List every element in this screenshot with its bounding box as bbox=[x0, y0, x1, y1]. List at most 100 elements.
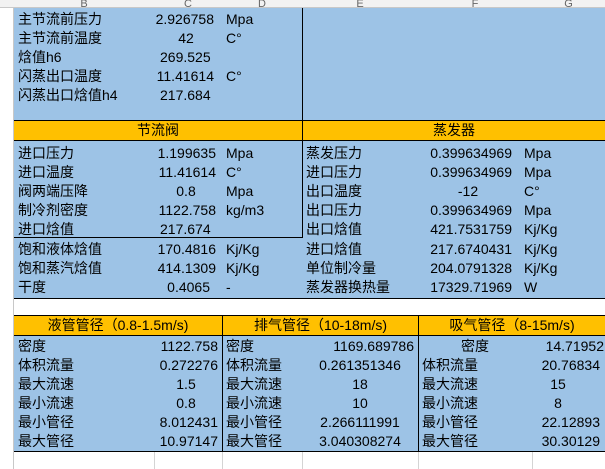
top-divider bbox=[302, 8, 303, 120]
evap-label-5: 出口焓值 bbox=[306, 221, 362, 237]
exhaust-value-5[interactable]: 2.266111991 bbox=[302, 413, 418, 432]
evap-unit-3: C° bbox=[524, 183, 540, 199]
gridline-v5 bbox=[532, 452, 533, 469]
exhaust-value-6[interactable]: 3.040308274 bbox=[302, 432, 418, 451]
liquid-value-5[interactable]: 8.012431 bbox=[140, 413, 218, 432]
throttle-value-4[interactable]: 1122.758 bbox=[140, 201, 216, 220]
liquid-label-6: 最大管径 bbox=[18, 433, 74, 449]
top-value-4[interactable]: 11.41614 bbox=[140, 67, 214, 86]
liquid-value-4[interactable]: 0.8 bbox=[160, 394, 212, 413]
liquid-value-1[interactable]: 1122.758 bbox=[140, 337, 218, 356]
exhaust-value-2[interactable]: 0.261351346 bbox=[302, 356, 418, 375]
evap-value-1[interactable]: 0.399634969 bbox=[410, 144, 512, 163]
suction-pipe-header: 吸气管径（8-15m/s) bbox=[418, 315, 605, 336]
exhaust-value-3[interactable]: 18 bbox=[302, 375, 418, 394]
throttle-unit-4: kg/m3 bbox=[226, 202, 265, 218]
evap-value-5[interactable]: 421.7531759 bbox=[410, 220, 512, 239]
evap-value-6[interactable]: 217.6740431 bbox=[410, 240, 512, 259]
exhaust-label-2: 体积流量 bbox=[226, 357, 282, 373]
liquid-value-3[interactable]: 1.5 bbox=[160, 375, 212, 394]
column-header-e[interactable]: E bbox=[302, 0, 418, 8]
saturated-liquid-unit: Kj/Kg bbox=[226, 241, 260, 257]
evap-unit-5: Kj/Kg bbox=[524, 221, 558, 237]
gridline-v2 bbox=[222, 452, 223, 469]
exhaust-label-5: 最小管径 bbox=[226, 414, 282, 430]
evap-label-8: 蒸发器换热量 bbox=[306, 279, 390, 295]
top-label-2: 主节流前温度 bbox=[18, 30, 102, 46]
quality-label: 干度 bbox=[18, 279, 46, 295]
suction-value-1[interactable]: 14.71952 bbox=[532, 337, 604, 356]
evap-unit-2: Mpa bbox=[524, 164, 552, 180]
suction-value-4[interactable]: 8 bbox=[532, 394, 584, 413]
throttle-value-1[interactable]: 1.199635 bbox=[140, 144, 216, 163]
evap-unit-4: Mpa bbox=[524, 202, 552, 218]
gridline-h-gap bbox=[14, 299, 605, 300]
throttle-label-5: 进口焓值 bbox=[18, 221, 74, 237]
exhaust-pipe-header: 排气管径（10-18m/s) bbox=[222, 315, 418, 336]
top-value-2[interactable]: 42 bbox=[160, 29, 212, 48]
throttle-header: 节流阀 bbox=[14, 120, 302, 141]
liquid-label-2: 体积流量 bbox=[18, 357, 74, 373]
evaporator-header: 蒸发器 bbox=[302, 120, 605, 141]
liquid-label-4: 最小流速 bbox=[18, 395, 74, 411]
quality-unit: - bbox=[226, 279, 231, 295]
column-header-b[interactable]: B bbox=[14, 0, 154, 8]
evap-unit-7: Kj/Kg bbox=[524, 260, 558, 276]
exhaust-label-1: 密度 bbox=[226, 338, 254, 354]
top-value-3[interactable]: 269.525 bbox=[160, 48, 211, 67]
top-unit-4: C° bbox=[226, 68, 242, 84]
column-header-c[interactable]: C bbox=[154, 0, 222, 8]
bottom-grid-strip bbox=[14, 451, 605, 469]
liquid-label-3: 最大流速 bbox=[18, 376, 74, 392]
gridline-v3 bbox=[302, 452, 303, 469]
top-label-1: 主节流前压力 bbox=[18, 11, 102, 27]
evap-label-7: 单位制冷量 bbox=[306, 260, 376, 276]
suction-value-2[interactable]: 20.76834 bbox=[520, 356, 600, 375]
evap-unit-1: Mpa bbox=[524, 145, 552, 161]
evap-value-4[interactable]: 0.399634969 bbox=[410, 201, 512, 220]
saturated-liquid-value[interactable]: 170.4816 bbox=[140, 240, 216, 259]
saturated-vapor-value[interactable]: 414.1309 bbox=[140, 259, 216, 278]
exhaust-label-3: 最大流速 bbox=[226, 376, 282, 392]
liquid-value-6[interactable]: 10.97147 bbox=[140, 432, 218, 451]
top-label-5: 闪蒸出口焓值h4 bbox=[18, 87, 118, 103]
throttle-label-2: 进口温度 bbox=[18, 164, 74, 180]
evap-label-6: 进口焓值 bbox=[306, 241, 362, 257]
saturated-vapor-label: 饱和蒸汽焓值 bbox=[18, 260, 102, 276]
column-header-g[interactable]: G bbox=[532, 0, 605, 8]
throttle-value-5[interactable]: 217.674 bbox=[160, 220, 211, 239]
gap-row-1 bbox=[14, 298, 605, 315]
quality-value[interactable]: 0.4065 bbox=[140, 278, 210, 297]
liquid-pipe-header: 液管管径（0.8-1.5m/s) bbox=[14, 315, 222, 336]
throttle-label-4: 制冷剂密度 bbox=[18, 202, 88, 218]
suction-label-4: 最小流速 bbox=[422, 395, 478, 411]
suction-value-3[interactable]: 15 bbox=[532, 375, 584, 394]
exhaust-value-4[interactable]: 10 bbox=[302, 394, 418, 413]
top-value-1[interactable]: 2.926758 bbox=[140, 10, 214, 29]
exhaust-value-1[interactable]: 1169.689786 bbox=[300, 337, 414, 356]
gridline-v4 bbox=[418, 452, 419, 469]
evap-label-2: 进口压力 bbox=[306, 164, 362, 180]
column-header-f[interactable]: F bbox=[418, 0, 532, 8]
row-header-strip bbox=[0, 8, 14, 469]
top-label-4: 闪蒸出口温度 bbox=[18, 68, 102, 84]
evap-unit-8: W bbox=[524, 279, 538, 295]
suction-label-2: 体积流量 bbox=[422, 357, 478, 373]
evap-value-7[interactable]: 204.0791328 bbox=[410, 259, 512, 278]
top-value-5[interactable]: 217.684 bbox=[160, 86, 211, 105]
liquid-label-5: 最小管径 bbox=[18, 414, 74, 430]
gridline-v1 bbox=[154, 452, 155, 469]
evap-value-8[interactable]: 17329.71969 bbox=[410, 278, 512, 297]
throttle-unit-1: Mpa bbox=[226, 145, 254, 161]
column-header-d[interactable]: D bbox=[222, 0, 302, 8]
saturated-liquid-label: 饱和液体焓值 bbox=[18, 241, 102, 257]
top-label-3: 焓值h6 bbox=[18, 49, 62, 65]
throttle-value-3[interactable]: 0.8 bbox=[160, 182, 212, 201]
suction-value-6[interactable]: 30.30129 bbox=[520, 432, 600, 451]
evap-value-3[interactable]: -12 bbox=[440, 182, 496, 201]
pipe-divider-1 bbox=[222, 335, 223, 451]
throttle-value-2[interactable]: 11.41614 bbox=[140, 163, 216, 182]
evap-value-2[interactable]: 0.399634969 bbox=[410, 163, 512, 182]
liquid-value-2[interactable]: 0.272276 bbox=[140, 356, 218, 375]
suction-value-5[interactable]: 22.12893 bbox=[520, 413, 600, 432]
